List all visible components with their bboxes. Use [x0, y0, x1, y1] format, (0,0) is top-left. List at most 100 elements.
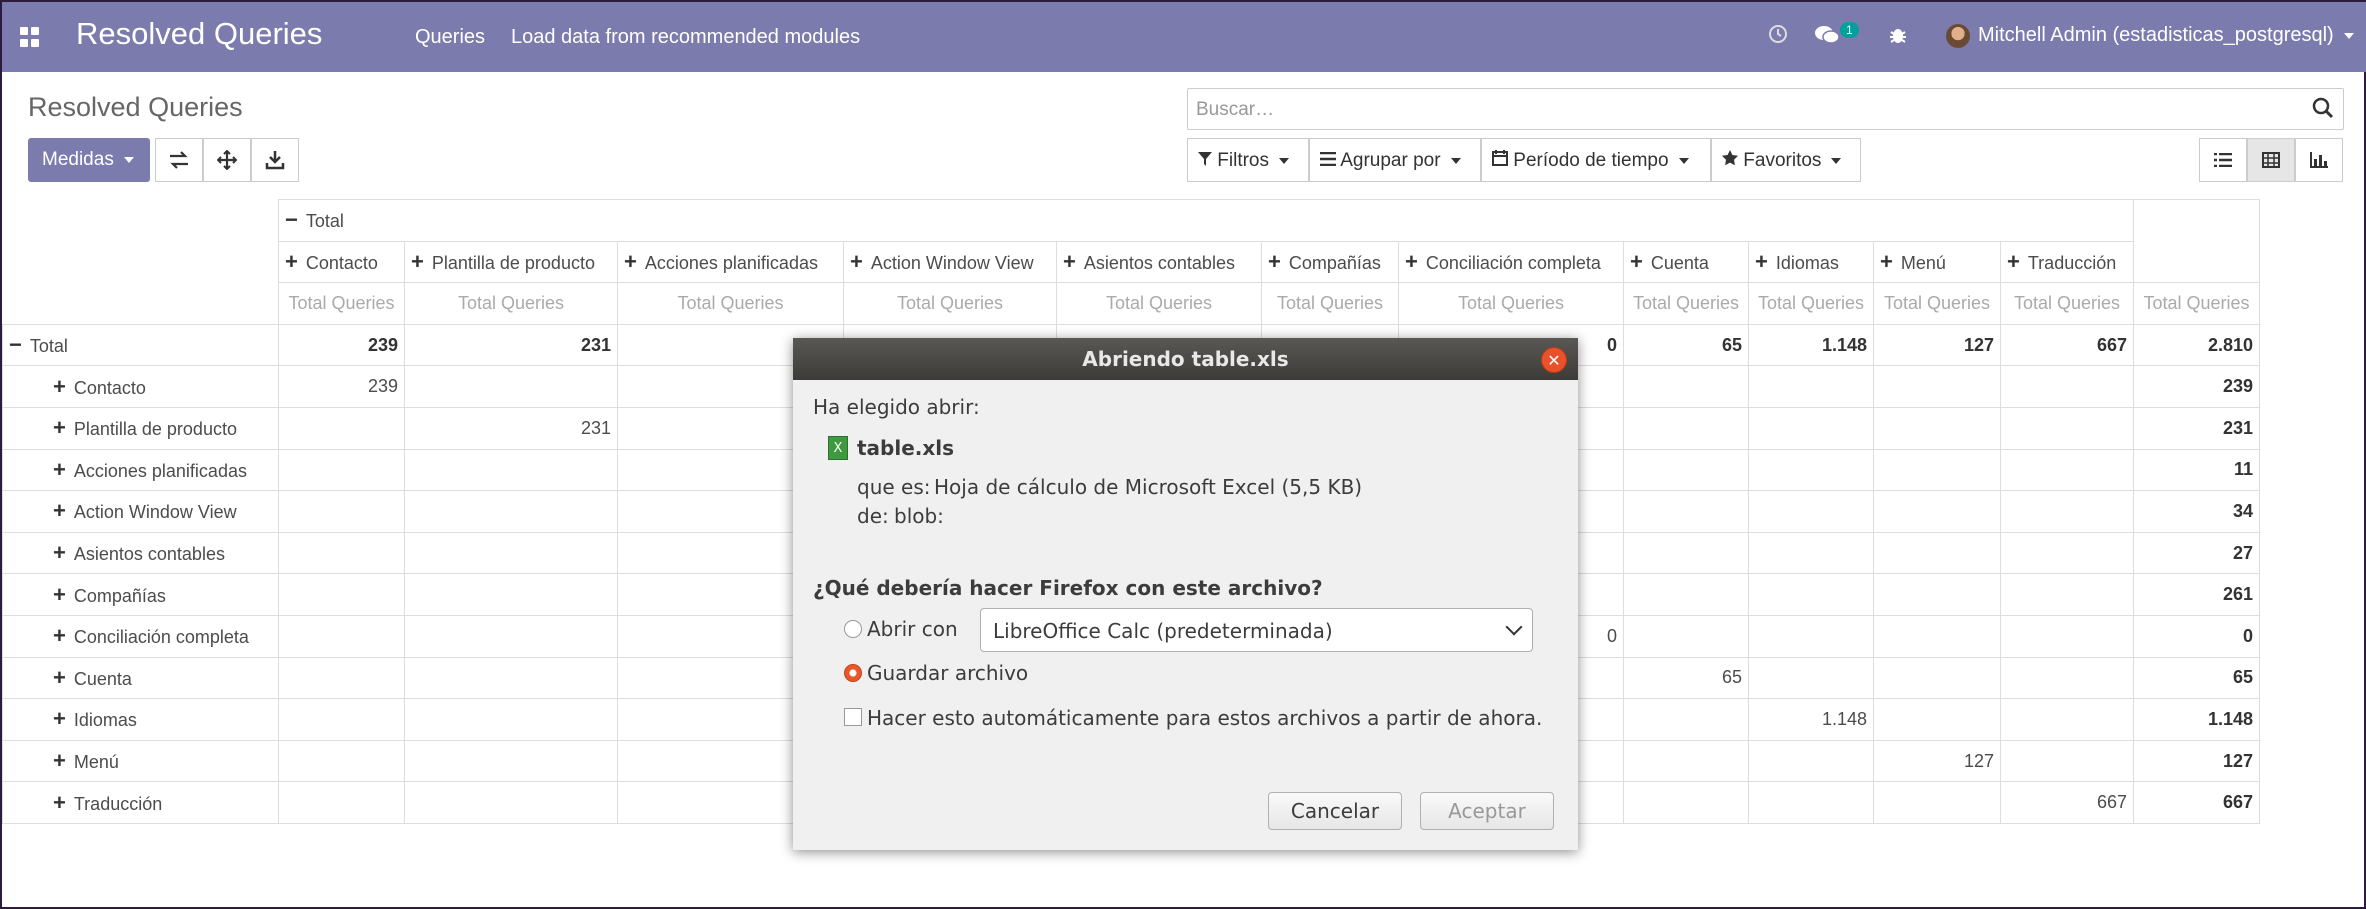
value-cell[interactable] — [1748, 365, 1874, 408]
col-header[interactable]: + Conciliación completa — [1398, 240, 1624, 284]
value-cell[interactable] — [2000, 656, 2134, 700]
value-cell[interactable] — [404, 365, 618, 408]
col-header-total[interactable]: − Total — [278, 199, 2134, 242]
graph-view-button[interactable] — [2295, 138, 2343, 182]
col-header[interactable]: + Menú — [1873, 240, 2001, 284]
open-with-select[interactable]: LibreOffice Calc (predeterminada) — [980, 608, 1533, 652]
value-cell[interactable]: 239 — [278, 365, 405, 408]
measure-header[interactable]: Total Queries — [1748, 282, 1874, 325]
row-total-cell[interactable]: 34 — [2133, 490, 2260, 533]
value-cell[interactable] — [2000, 406, 2134, 450]
measure-header[interactable]: Total Queries — [2000, 282, 2134, 325]
col-header[interactable]: + Contacto — [278, 240, 405, 284]
save-file-radio[interactable] — [844, 664, 862, 682]
total-cell[interactable]: 2.810 — [2133, 323, 2260, 367]
expand-all-button[interactable] — [203, 138, 251, 182]
total-cell[interactable]: 65 — [1623, 323, 1749, 367]
col-header[interactable]: + Idiomas — [1748, 240, 1874, 284]
value-cell[interactable] — [278, 698, 405, 741]
row-total-cell[interactable]: 65 — [2133, 656, 2260, 700]
row-header[interactable]: + Conciliación completa — [2, 614, 279, 658]
download-button[interactable] — [251, 138, 299, 182]
total-cell[interactable]: 231 — [404, 323, 618, 367]
chat-icon[interactable] — [1814, 24, 1840, 52]
measure-header[interactable]: Total Queries — [1623, 282, 1749, 325]
value-cell[interactable] — [1873, 573, 2001, 616]
search-icon[interactable] — [2312, 97, 2334, 119]
value-cell[interactable] — [1623, 698, 1749, 741]
total-cell[interactable]: 667 — [2000, 323, 2134, 367]
col-header[interactable]: + Cuenta — [1623, 240, 1749, 284]
app-title[interactable]: Resolved Queries — [76, 16, 322, 52]
value-cell[interactable] — [404, 656, 618, 700]
measure-header[interactable]: Total Queries — [1873, 282, 2001, 325]
value-cell[interactable] — [404, 781, 618, 824]
value-cell[interactable] — [404, 614, 618, 658]
col-header[interactable]: + Action Window View — [843, 240, 1057, 284]
value-cell[interactable] — [278, 448, 405, 492]
value-cell[interactable] — [1623, 406, 1749, 450]
value-cell[interactable]: 1.148 — [1748, 698, 1874, 741]
measure-header[interactable]: Total Queries — [617, 282, 844, 325]
menu-load-data[interactable]: Load data from recommended modules — [511, 26, 860, 49]
value-cell[interactable] — [1748, 656, 1874, 700]
col-header[interactable]: + Traducción — [2000, 240, 2134, 284]
value-cell[interactable] — [2000, 365, 2134, 408]
value-cell[interactable] — [2000, 614, 2134, 658]
value-cell[interactable] — [278, 614, 405, 658]
row-total-cell[interactable]: 1.148 — [2133, 698, 2260, 741]
value-cell[interactable] — [1748, 448, 1874, 492]
value-cell[interactable] — [404, 531, 618, 575]
row-total-cell[interactable]: 11 — [2133, 448, 2260, 492]
search-input[interactable]: Buscar… — [1187, 88, 2344, 130]
apps-menu-icon[interactable] — [20, 27, 40, 47]
value-cell[interactable] — [1873, 490, 2001, 533]
value-cell[interactable] — [278, 531, 405, 575]
value-cell[interactable] — [1873, 406, 2001, 450]
value-cell[interactable] — [2000, 490, 2134, 533]
value-cell[interactable] — [404, 490, 618, 533]
value-cell[interactable] — [404, 448, 618, 492]
value-cell[interactable]: 127 — [1873, 739, 2001, 783]
col-header[interactable]: + Compañías — [1261, 240, 1399, 284]
filters-dropdown[interactable]: Filtros — [1187, 138, 1309, 182]
value-cell[interactable] — [278, 406, 405, 450]
value-cell[interactable] — [1873, 365, 2001, 408]
value-cell[interactable] — [1623, 365, 1749, 408]
value-cell[interactable] — [404, 573, 618, 616]
value-cell[interactable] — [1748, 406, 1874, 450]
row-total-cell[interactable]: 261 — [2133, 573, 2260, 616]
col-header[interactable]: + Acciones planificadas — [617, 240, 844, 284]
measure-header[interactable]: Total Queries — [2133, 282, 2260, 325]
value-cell[interactable] — [1748, 531, 1874, 575]
col-header[interactable]: + Plantilla de producto — [404, 240, 618, 284]
row-header[interactable]: + Traducción — [2, 781, 279, 824]
accept-button[interactable]: Aceptar — [1420, 792, 1554, 830]
col-header[interactable]: + Asientos contables — [1056, 240, 1262, 284]
value-cell[interactable] — [2000, 739, 2134, 783]
period-dropdown[interactable]: Período de tiempo — [1481, 138, 1711, 182]
value-cell[interactable] — [278, 573, 405, 616]
value-cell[interactable] — [1748, 614, 1874, 658]
open-with-radio[interactable] — [844, 620, 862, 638]
value-cell[interactable] — [1873, 656, 2001, 700]
row-header[interactable]: + Cuenta — [2, 656, 279, 700]
value-cell[interactable] — [1623, 614, 1749, 658]
row-header[interactable]: + Acciones planificadas — [2, 448, 279, 492]
groupby-dropdown[interactable]: Agrupar por — [1309, 138, 1481, 182]
row-header[interactable]: + Contacto — [2, 365, 279, 408]
user-avatar[interactable] — [1946, 24, 1970, 48]
debug-bug-icon[interactable] — [1889, 24, 1907, 50]
value-cell[interactable]: 65 — [1623, 656, 1749, 700]
value-cell[interactable]: 667 — [2000, 781, 2134, 824]
value-cell[interactable] — [1623, 739, 1749, 783]
value-cell[interactable] — [278, 781, 405, 824]
total-cell[interactable]: 1.148 — [1748, 323, 1874, 367]
value-cell[interactable] — [1748, 490, 1874, 533]
value-cell[interactable] — [404, 739, 618, 783]
row-total-cell[interactable]: 239 — [2133, 365, 2260, 408]
total-cell[interactable]: 239 — [278, 323, 405, 367]
measure-header[interactable]: Total Queries — [1056, 282, 1262, 325]
row-header[interactable]: + Asientos contables — [2, 531, 279, 575]
value-cell[interactable] — [1623, 490, 1749, 533]
